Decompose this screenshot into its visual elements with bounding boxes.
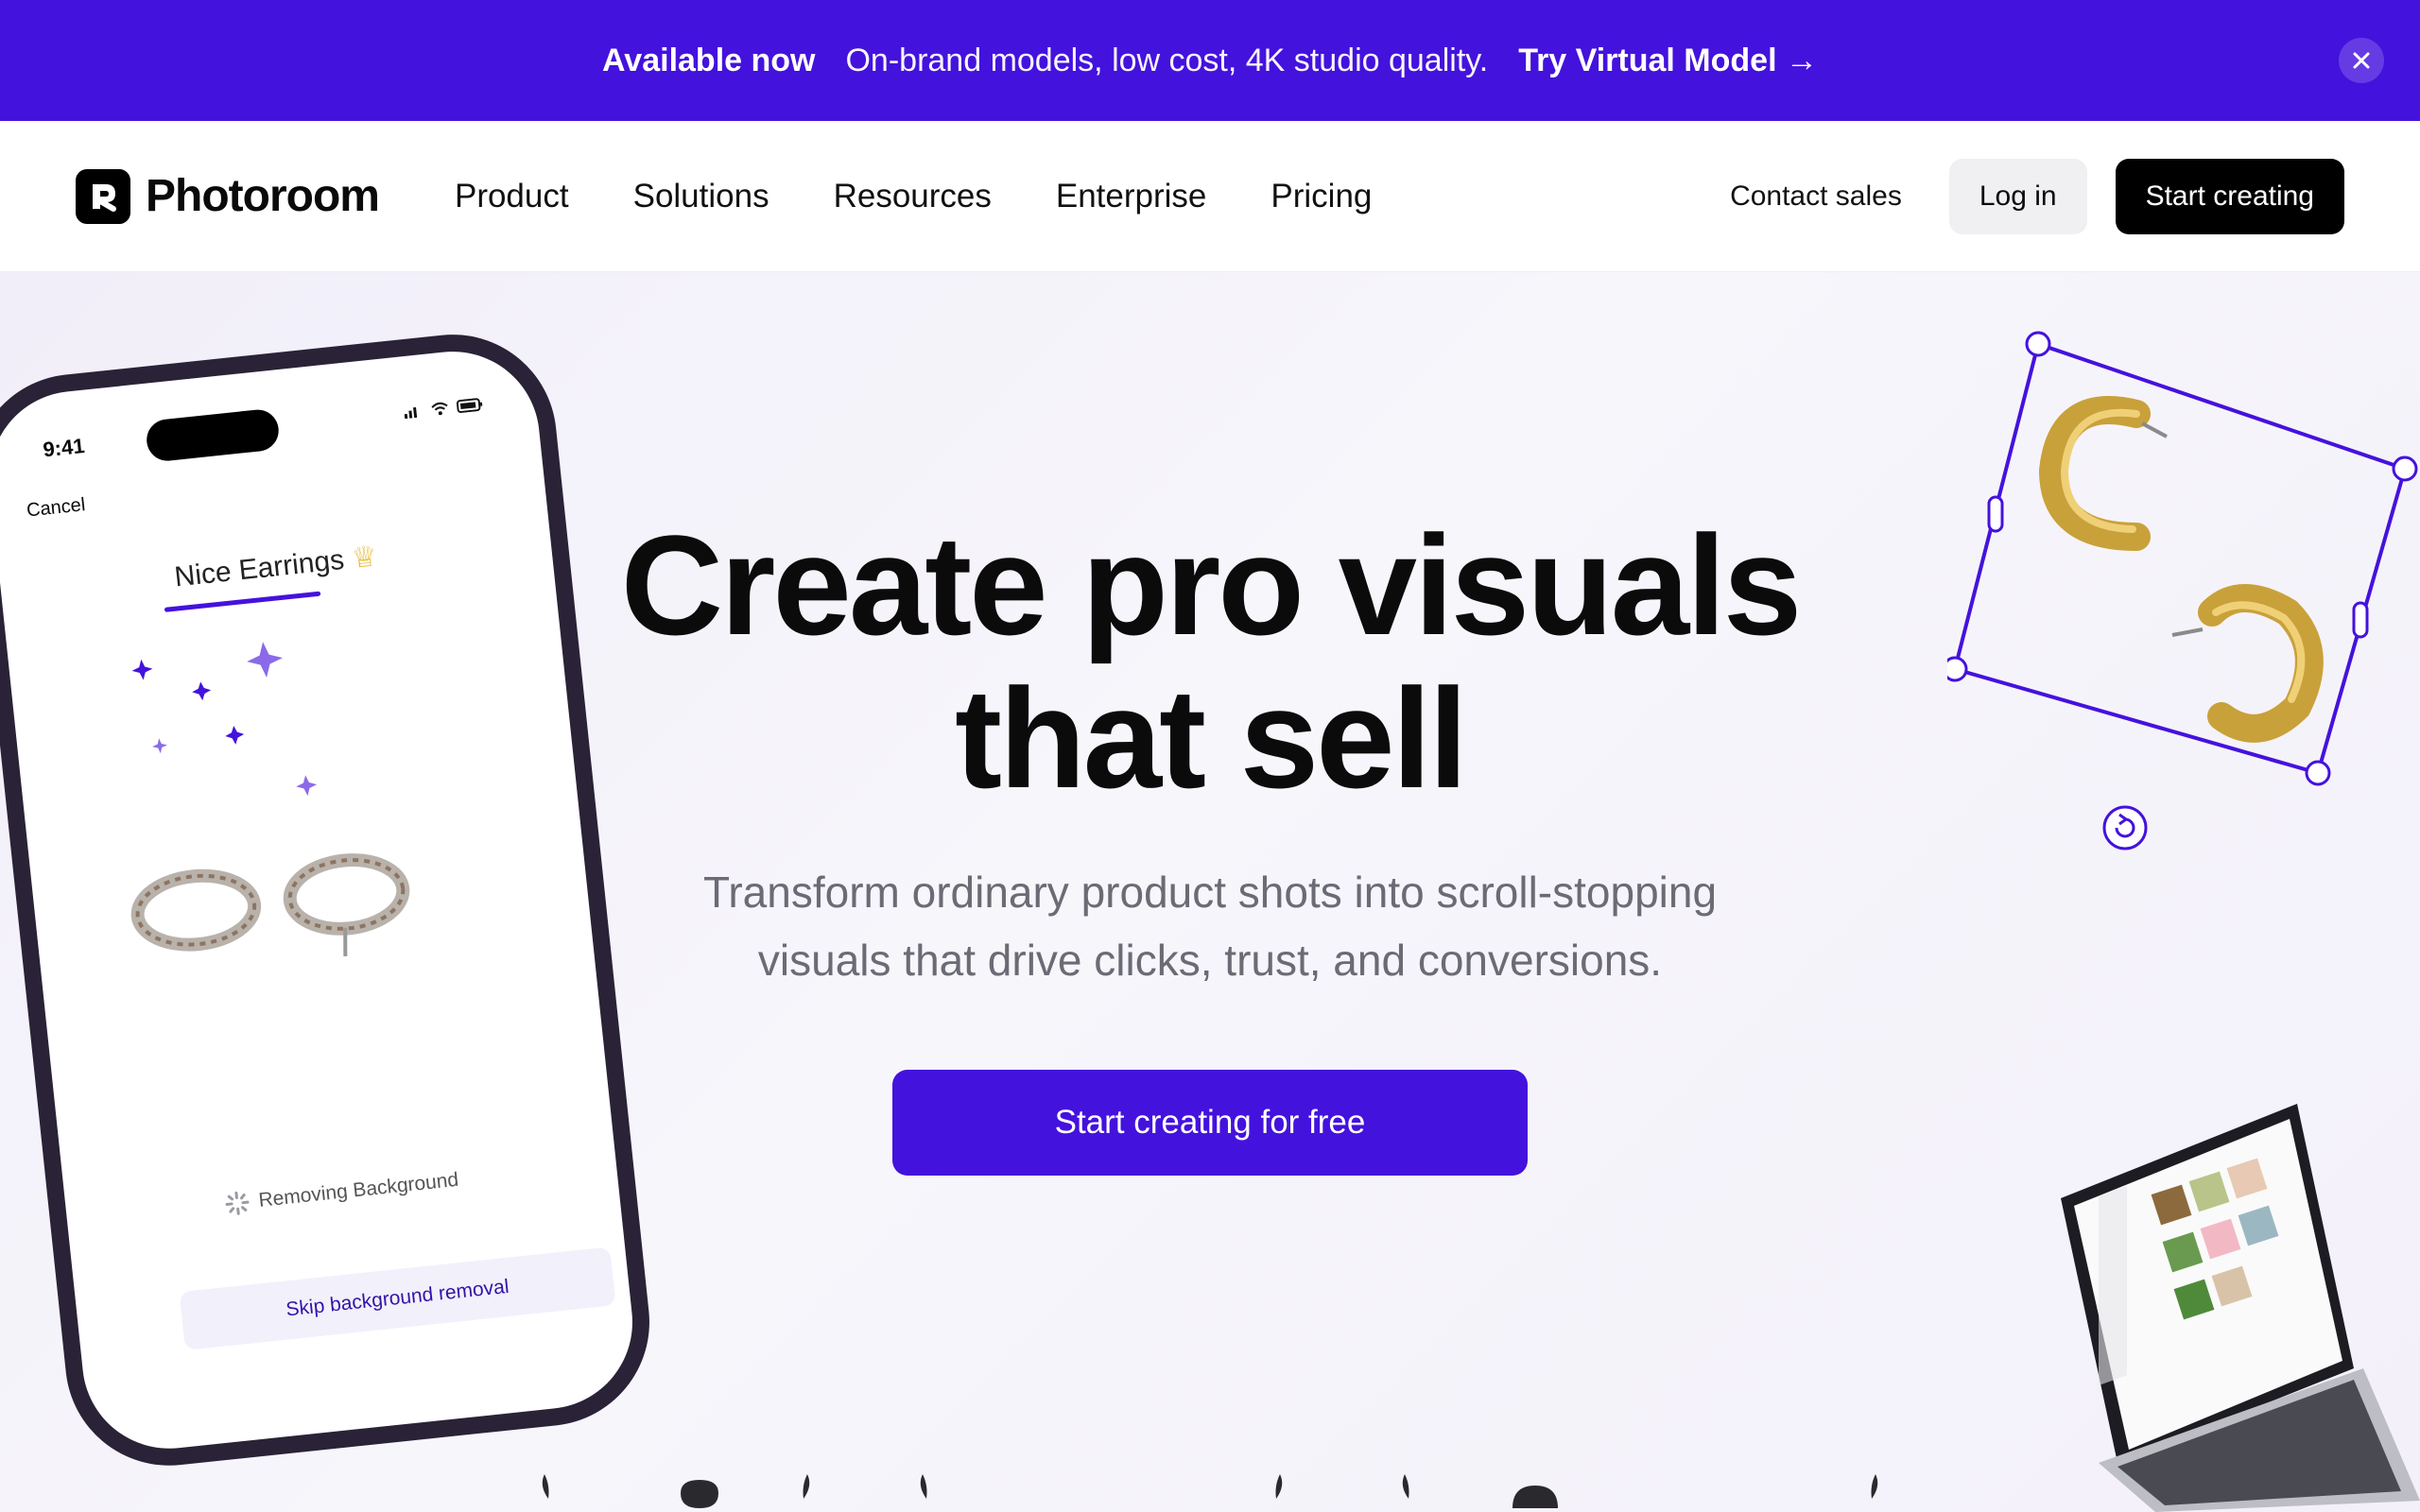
gold-earring-right xyxy=(2171,584,2324,743)
removing-background-text: Removing Background xyxy=(257,1168,460,1211)
hero-subtitle-line2: visuals that drive clicks, trust, and co… xyxy=(757,936,1663,985)
hero-subtitle-line1: Transform ordinary product shots into sc… xyxy=(702,868,1718,917)
laurel-left-icon xyxy=(920,1474,927,1499)
battery-icon xyxy=(456,398,483,413)
start-creating-free-button[interactable]: Start creating for free xyxy=(892,1070,1528,1176)
close-icon xyxy=(2353,52,2370,69)
brand-logo[interactable]: Photoroom xyxy=(76,168,380,224)
hero-section: 9:41 Cancel Nice Earrings ♕ Removing Bac… xyxy=(0,272,2420,1512)
gold-earring-left xyxy=(2038,396,2168,551)
dynamic-island xyxy=(145,407,281,463)
banner-link[interactable]: Try Virtual Model → xyxy=(1518,43,1818,79)
phone-status-icons xyxy=(404,398,484,420)
gold-earrings-selection xyxy=(1947,331,2418,786)
start-creating-button[interactable]: Start creating xyxy=(2115,158,2344,234)
brand-name: Photoroom xyxy=(146,171,380,221)
signal-icon xyxy=(404,406,418,420)
skip-background-removal-button[interactable]: Skip background removal xyxy=(179,1246,616,1350)
banner-message: On-brand models, low cost, 4K studio qua… xyxy=(845,42,1489,78)
nav-item-solutions[interactable]: Solutions xyxy=(633,178,769,215)
apple-logo-icon xyxy=(681,1480,718,1508)
photoroom-logo-icon xyxy=(76,168,130,224)
nav-item-pricing[interactable]: Pricing xyxy=(1270,178,1372,215)
banner-close-button[interactable] xyxy=(2339,38,2384,83)
removing-background-status: Removing Background xyxy=(66,1151,618,1233)
hero-subtitle: Transform ordinary product shots into sc… xyxy=(0,858,2420,994)
nav-item-resources[interactable]: Resources xyxy=(834,178,992,215)
android-logo-icon xyxy=(1512,1486,1558,1508)
nav-item-product[interactable]: Product xyxy=(455,178,569,215)
awards-strip xyxy=(542,1474,1878,1508)
laurel-right-icon xyxy=(803,1474,810,1499)
announcement-banner: Available now On-brand models, low cost,… xyxy=(0,0,2420,121)
nav-menu: Product Solutions Resources Enterprise P… xyxy=(455,178,1372,215)
rotate-handle-icon[interactable] xyxy=(2100,803,2150,852)
nav-actions: Contact sales Log in Start creating xyxy=(1730,158,2344,234)
nav-item-enterprise[interactable]: Enterprise xyxy=(1056,178,1207,215)
loading-spinner-icon xyxy=(225,1191,250,1215)
wifi-icon xyxy=(431,402,448,416)
laurel-right-icon xyxy=(1871,1474,1878,1499)
contact-sales-link[interactable]: Contact sales xyxy=(1730,180,1902,213)
phone-time: 9:41 xyxy=(42,433,86,462)
login-button[interactable]: Log in xyxy=(1948,158,2087,234)
top-navigation: Photoroom Product Solutions Resources En… xyxy=(0,121,2420,272)
laurel-left-icon xyxy=(542,1474,549,1499)
banner-badge: Available now xyxy=(602,42,816,78)
laptop-mockup xyxy=(2061,1104,2420,1512)
laurel-left-icon xyxy=(1402,1474,1409,1499)
laurel-right-icon xyxy=(1275,1474,1283,1499)
